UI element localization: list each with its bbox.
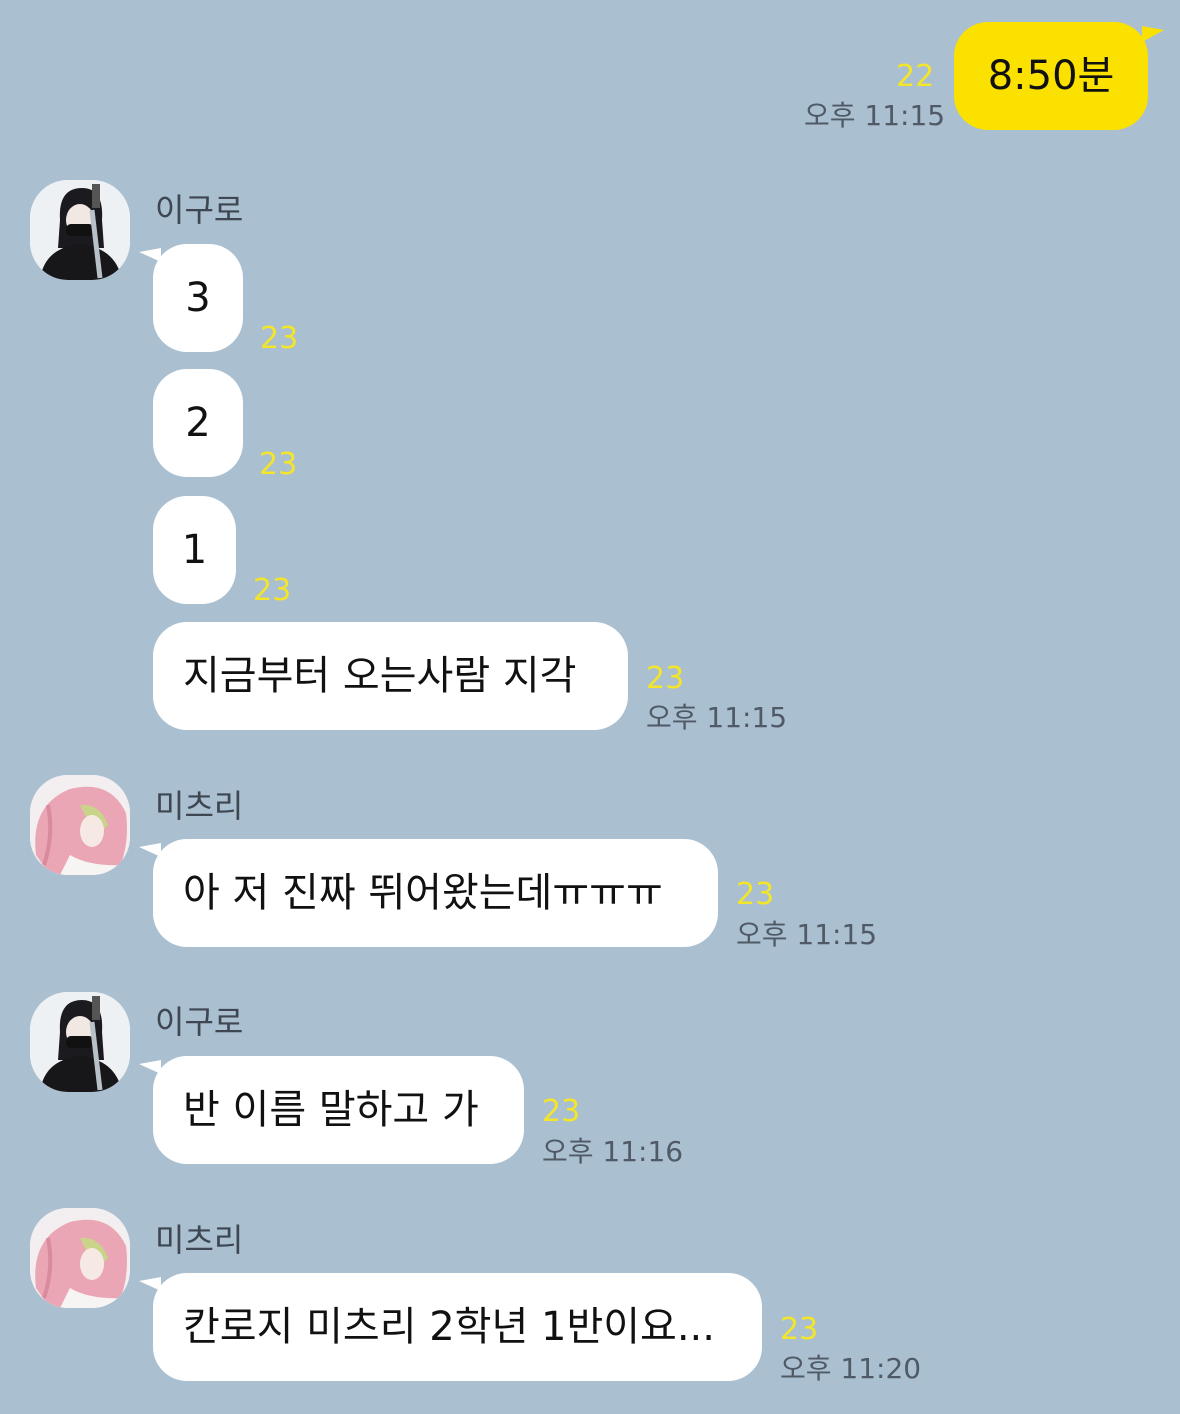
avatar-dark-hair-masked-icon <box>30 992 130 1092</box>
avatar-dark-hair-masked-icon <box>30 180 130 280</box>
message-text: 8:50분 <box>987 53 1115 99</box>
message-bubble[interactable]: 1 <box>153 496 236 604</box>
avatar-mitsuri[interactable] <box>30 1208 130 1308</box>
message-text: 3 <box>185 275 211 321</box>
message-text: 1 <box>181 527 208 573</box>
message-time: 오후 11:15 <box>736 918 878 951</box>
avatar-pink-hair-icon <box>30 1208 130 1308</box>
message-time: 오후 11:15 <box>804 99 946 132</box>
message-bubble[interactable]: 반 이름 말하고 가 <box>153 1056 524 1164</box>
message-text: 2 <box>185 400 211 446</box>
unread-count: 23 <box>646 661 685 696</box>
avatar-iguro[interactable] <box>30 992 130 1092</box>
message-text: 칸로지 미츠리 2학년 1반이요... <box>183 1304 715 1350</box>
message-text: 반 이름 말하고 가 <box>183 1087 479 1133</box>
message-bubble[interactable]: 지금부터 오는사람 지각 <box>153 622 628 730</box>
avatar-mitsuri[interactable] <box>30 775 130 875</box>
message-text: 지금부터 오는사람 지각 <box>183 653 577 699</box>
unread-count: 23 <box>260 321 299 356</box>
avatar-iguro[interactable] <box>30 180 130 280</box>
message-bubble[interactable]: 칸로지 미츠리 2학년 1반이요... <box>153 1273 762 1381</box>
message-time: 오후 11:20 <box>780 1352 922 1385</box>
unread-count: 23 <box>736 877 775 912</box>
my-message-bubble[interactable]: 8:50분 <box>954 22 1148 130</box>
unread-count: 23 <box>780 1312 819 1347</box>
sender-name: 미츠리 <box>155 787 244 825</box>
sender-name: 미츠리 <box>155 1221 244 1259</box>
message-text: 아 저 진짜 뛰어왔는데ㅠㅠㅠ <box>183 870 663 916</box>
unread-count: 23 <box>542 1094 581 1129</box>
message-bubble[interactable]: 3 <box>153 244 243 352</box>
unread-count: 23 <box>253 573 292 608</box>
sender-name: 이구로 <box>155 191 244 229</box>
message-bubble[interactable]: 2 <box>153 369 243 477</box>
avatar-pink-hair-icon <box>30 775 130 875</box>
unread-count: 22 <box>896 59 935 94</box>
message-time: 오후 11:16 <box>542 1135 684 1168</box>
message-time: 오후 11:15 <box>646 701 788 734</box>
message-bubble[interactable]: 아 저 진짜 뛰어왔는데ㅠㅠㅠ <box>153 839 718 947</box>
unread-count: 23 <box>259 447 298 482</box>
sender-name: 이구로 <box>155 1003 244 1041</box>
